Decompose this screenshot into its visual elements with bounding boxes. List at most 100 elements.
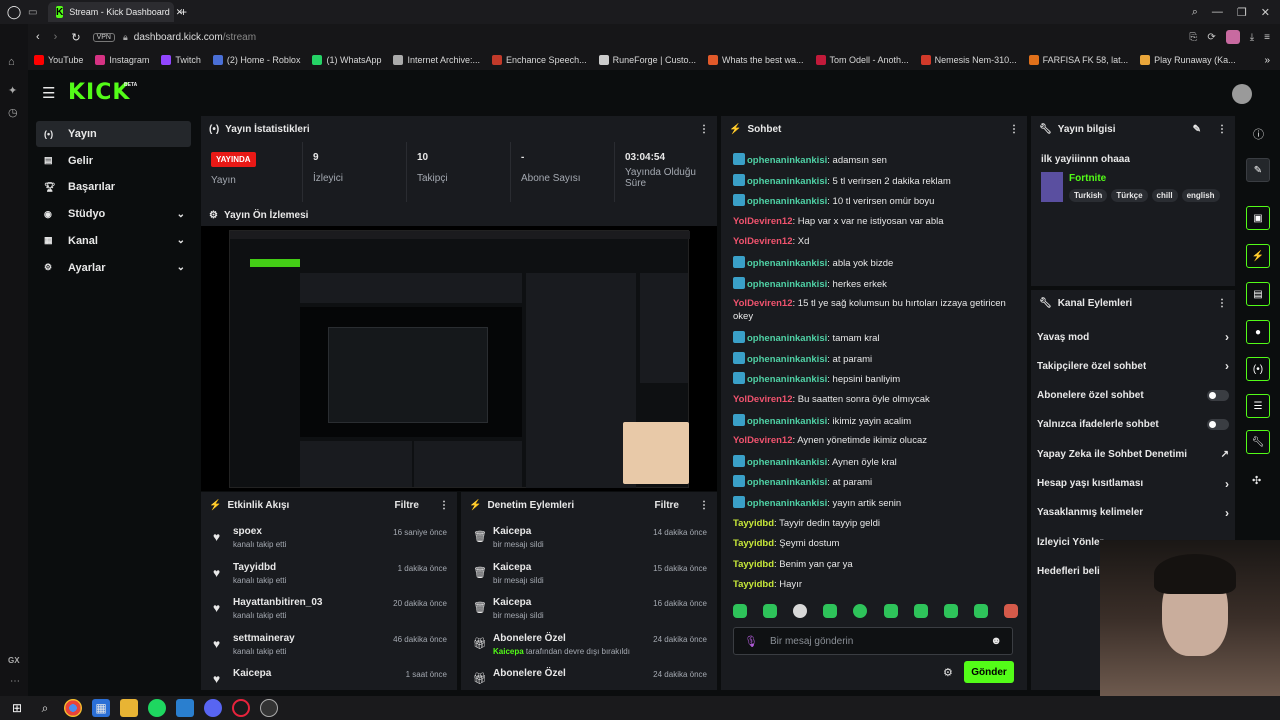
url-field[interactable]: dashboard.kick.com/stream	[134, 32, 256, 43]
chat-username[interactable]: YolDeviren12	[733, 435, 793, 446]
emote-icon[interactable]	[793, 604, 808, 618]
reload-icon[interactable]: ↻	[71, 31, 80, 44]
chevron-right-icon[interactable]: ›	[1225, 506, 1229, 520]
channel-action-item[interactable]: Yapay Zeka ile Sohbet Denetimi ↗	[1037, 444, 1229, 464]
vpn-badge[interactable]: VPN	[92, 32, 115, 42]
more-options-icon[interactable]: ⋮	[1217, 124, 1227, 135]
windows-start-icon[interactable]: ⊞	[8, 699, 26, 717]
search-icon[interactable]: ⌕	[1192, 6, 1198, 19]
chat-bubble-icon[interactable]: ●	[1246, 320, 1270, 344]
chat-username[interactable]: ophenaninkankisi	[747, 333, 827, 344]
activity-user[interactable]: Hayattanbitiren_03	[233, 597, 322, 608]
more-options-icon[interactable]: ⋮	[1217, 298, 1227, 309]
chat-username[interactable]: ophenaninkankisi	[747, 279, 827, 290]
new-tab-button[interactable]: +	[180, 5, 187, 19]
bookmark-item[interactable]: (2) Home - Roblox	[207, 55, 307, 65]
chat-username[interactable]: Tayyidbd	[733, 579, 774, 590]
bookmark-item[interactable]: YouTube	[28, 55, 89, 65]
emote-icon[interactable]	[853, 604, 868, 618]
edit-icon[interactable]: ✎	[1193, 124, 1201, 135]
app-icon[interactable]	[176, 699, 194, 717]
nav-item-başarılar[interactable]: 🏆︎ Başarılar	[36, 174, 191, 200]
category-name[interactable]: Fortnite	[1069, 173, 1106, 184]
chat-username[interactable]: Tayyidbd	[733, 538, 774, 549]
more-icon[interactable]: ⋯	[10, 676, 20, 687]
channel-action-item[interactable]: Yasaklanmış kelimeler ›	[1037, 503, 1229, 523]
discord-icon[interactable]	[204, 699, 222, 717]
nav-item-stüdyo[interactable]: ◉ Stüdyo ⌄	[36, 201, 191, 227]
chat-username[interactable]: ophenaninkankisi	[747, 258, 827, 269]
external-link-icon[interactable]: ↗	[1221, 449, 1229, 460]
bookmark-item[interactable]: (1) WhatsApp	[306, 55, 387, 65]
scan-icon[interactable]: ▣	[1246, 206, 1270, 230]
home-icon[interactable]: ⌂	[8, 56, 15, 68]
send-button[interactable]: Gönder	[964, 661, 1014, 683]
moderation-actor[interactable]: Abonelere Özel	[493, 668, 566, 679]
moderation-actor[interactable]: Kaicepa	[493, 562, 531, 573]
chat-username[interactable]: ophenaninkankisi	[747, 498, 827, 509]
chat-username[interactable]: ophenaninkankisi	[747, 196, 827, 207]
chat-username[interactable]: ophenaninkankisi	[747, 176, 827, 187]
chat-username[interactable]: ophenaninkankisi	[747, 374, 827, 385]
chevron-down-icon[interactable]: ⌄	[177, 235, 185, 246]
extensions-icon[interactable]: ⟳	[1207, 32, 1215, 43]
activity-user[interactable]: spoex	[233, 526, 262, 537]
chevron-down-icon[interactable]: ⌄	[177, 209, 185, 220]
channel-action-item[interactable]: Hesap yaşı kısıtlaması ›	[1037, 474, 1229, 494]
chat-username[interactable]: YolDeviren12	[733, 394, 793, 405]
moderation-actor[interactable]: Abonelere Özel	[493, 633, 566, 644]
more-options-icon[interactable]: ⋮	[699, 500, 709, 511]
broadcast-icon[interactable]: (•)	[1246, 357, 1270, 381]
hamburger-menu-icon[interactable]: ☰	[42, 84, 55, 102]
more-bookmarks-icon[interactable]: »	[1264, 55, 1280, 66]
chevron-right-icon[interactable]: ›	[1225, 330, 1229, 344]
chat-username[interactable]: YolDeviren12	[733, 298, 793, 309]
chrome-icon[interactable]	[64, 699, 82, 717]
edit-icon[interactable]: ✎	[1246, 158, 1270, 182]
emote-icon[interactable]	[763, 604, 778, 618]
chat-username[interactable]: ophenaninkankisi	[747, 354, 827, 365]
opera-gx-icon[interactable]	[232, 699, 250, 717]
document-icon[interactable]: ▤	[1246, 282, 1270, 306]
channel-action-item[interactable]: Takipçilere özel sohbet ›	[1037, 356, 1229, 376]
restore-icon[interactable]: ❐	[1237, 6, 1247, 19]
profile-avatar[interactable]	[1225, 30, 1240, 44]
more-options-icon[interactable]: ⋮	[1009, 124, 1019, 135]
chat-username[interactable]: ophenaninkankisi	[747, 477, 827, 488]
bookmark-item[interactable]: FARFISA FK 58, lat...	[1023, 55, 1135, 65]
minimize-icon[interactable]: —	[1212, 6, 1223, 19]
emote-icon[interactable]	[823, 604, 838, 618]
activity-user[interactable]: Tayyidbd	[233, 562, 276, 573]
wrench-icon[interactable]: 🔧︎	[1246, 430, 1270, 454]
channel-action-item[interactable]: Yavaş mod ›	[1037, 327, 1229, 347]
chat-username[interactable]: YolDeviren12	[733, 216, 793, 227]
tag-pill[interactable]: Türkçe	[1111, 189, 1148, 202]
chat-username[interactable]: ophenaninkankisi	[747, 416, 827, 427]
bookmark-item[interactable]: Whats the best wa...	[702, 55, 810, 65]
info-icon[interactable]: ⓘ	[1253, 126, 1264, 142]
tag-pill[interactable]: english	[1181, 189, 1220, 202]
moderation-highlight[interactable]: Kaicepa	[493, 647, 524, 656]
activity-user[interactable]: Kaicepa	[233, 668, 271, 679]
chat-settings-icon[interactable]: ⚙	[943, 666, 953, 679]
forward-icon[interactable]: ›	[54, 31, 58, 43]
bookmark-item[interactable]: Nemesis Nem-310...	[915, 55, 1023, 65]
history-icon[interactable]: ◷	[8, 106, 18, 119]
chat-username[interactable]: Tayyidbd	[733, 559, 774, 570]
lightning-icon[interactable]: ⚡	[1246, 244, 1270, 268]
chevron-right-icon[interactable]: ›	[1225, 477, 1229, 491]
nav-item-ayarlar[interactable]: ⚙ Ayarlar ⌄	[36, 255, 191, 281]
emote-icon[interactable]	[943, 604, 958, 618]
chat-username[interactable]: ophenaninkankisi	[747, 457, 827, 468]
activity-user[interactable]: settmaineray	[233, 633, 295, 644]
toggle-switch[interactable]	[1207, 419, 1229, 431]
moderation-filter-button[interactable]: Filtre	[655, 500, 679, 511]
activity-filter-button[interactable]: Filtre	[395, 500, 419, 511]
close-window-icon[interactable]: ✕	[1261, 6, 1270, 19]
emote-icon[interactable]	[733, 604, 747, 618]
bookmark-item[interactable]: Instagram	[89, 55, 155, 65]
kick-logo[interactable]: KICK	[68, 80, 130, 105]
store-icon[interactable]: ▦	[92, 699, 110, 717]
microphone-icon[interactable]: 🎙︎	[744, 635, 758, 648]
download-icon[interactable]: ⤓	[1250, 32, 1254, 43]
